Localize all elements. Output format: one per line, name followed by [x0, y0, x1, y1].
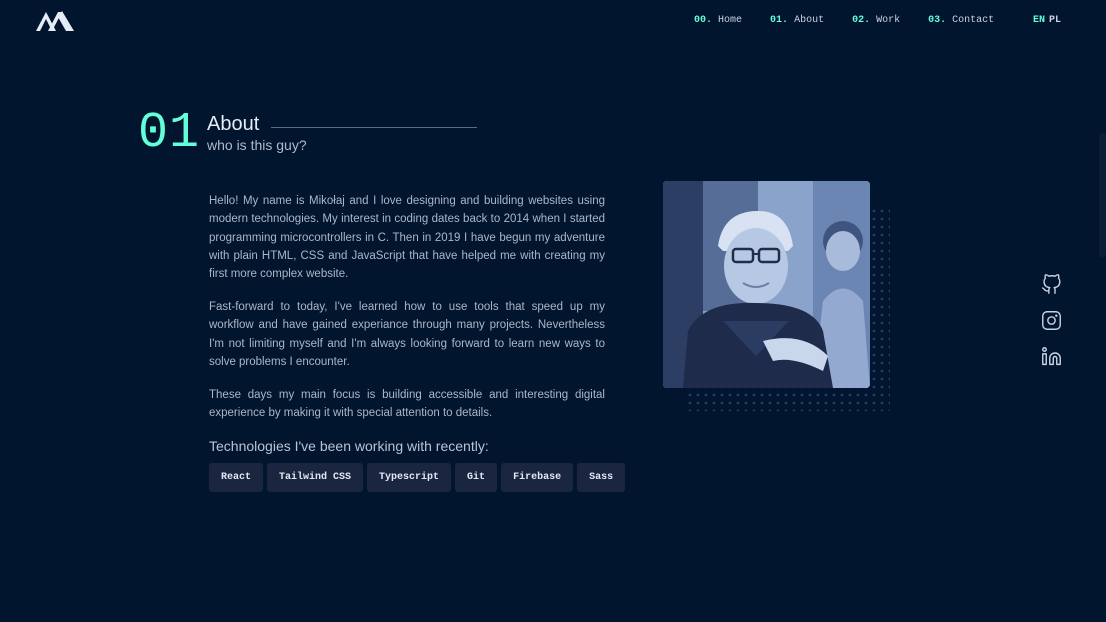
nav-contact-number: 03.	[928, 15, 947, 26]
tech-tag-firebase: Firebase	[501, 463, 574, 492]
nav-home-label: Home	[718, 15, 743, 26]
github-icon[interactable]	[1041, 274, 1062, 295]
profile-photo-illustration	[663, 181, 870, 388]
tech-tag-git: Git	[455, 463, 498, 492]
social-links	[1041, 274, 1062, 367]
lang-pl-button[interactable]: PL	[1049, 15, 1061, 26]
tech-tag-typescript: Typescript	[367, 463, 452, 492]
section-title: About	[207, 113, 260, 135]
nav-work[interactable]: 02. Work	[852, 15, 900, 26]
nav-home[interactable]: 00. Home	[694, 15, 742, 26]
nav-home-number: 00.	[694, 15, 713, 26]
about-paragraph-1: Hello! My name is Mikołaj and I love des…	[209, 195, 605, 281]
scrollbar[interactable]	[1099, 133, 1106, 257]
nav-work-number: 02.	[852, 15, 871, 26]
tech-tag-react: React	[209, 463, 264, 492]
profile-photo	[663, 181, 870, 388]
lang-en-button[interactable]: EN	[1033, 15, 1045, 26]
tech-tag-tailwind: Tailwind CSS	[267, 463, 364, 492]
nav-contact-label: Contact	[952, 15, 995, 26]
technologies-list: React Tailwind CSS Typescript Git Fireba…	[209, 463, 626, 492]
main-nav: 00. Home 01. About 02. Work 03. Contact	[694, 15, 994, 26]
nav-about-number: 01.	[770, 15, 789, 26]
instagram-icon[interactable]	[1041, 310, 1062, 331]
technologies-title: Technologies I've been working with rece…	[209, 438, 489, 454]
section-divider	[271, 127, 477, 128]
linkedin-icon[interactable]	[1041, 346, 1062, 367]
section-number: 01	[138, 105, 201, 162]
language-switcher: EN PL	[1033, 15, 1061, 26]
about-text: Hello! My name is Mikołaj and I love des…	[209, 192, 605, 437]
nav-about-label: About	[794, 15, 825, 26]
logo-icon[interactable]	[36, 10, 74, 32]
nav-about[interactable]: 01. About	[770, 15, 824, 26]
nav-contact[interactable]: 03. Contact	[928, 15, 994, 26]
about-paragraph-2: Fast-forward to today, I've learned how …	[209, 300, 605, 368]
tech-tag-sass: Sass	[577, 463, 626, 492]
nav-work-label: Work	[876, 15, 901, 26]
about-paragraph-3: These days my main focus is building acc…	[209, 388, 605, 419]
section-subtitle: who is this guy?	[207, 137, 307, 153]
